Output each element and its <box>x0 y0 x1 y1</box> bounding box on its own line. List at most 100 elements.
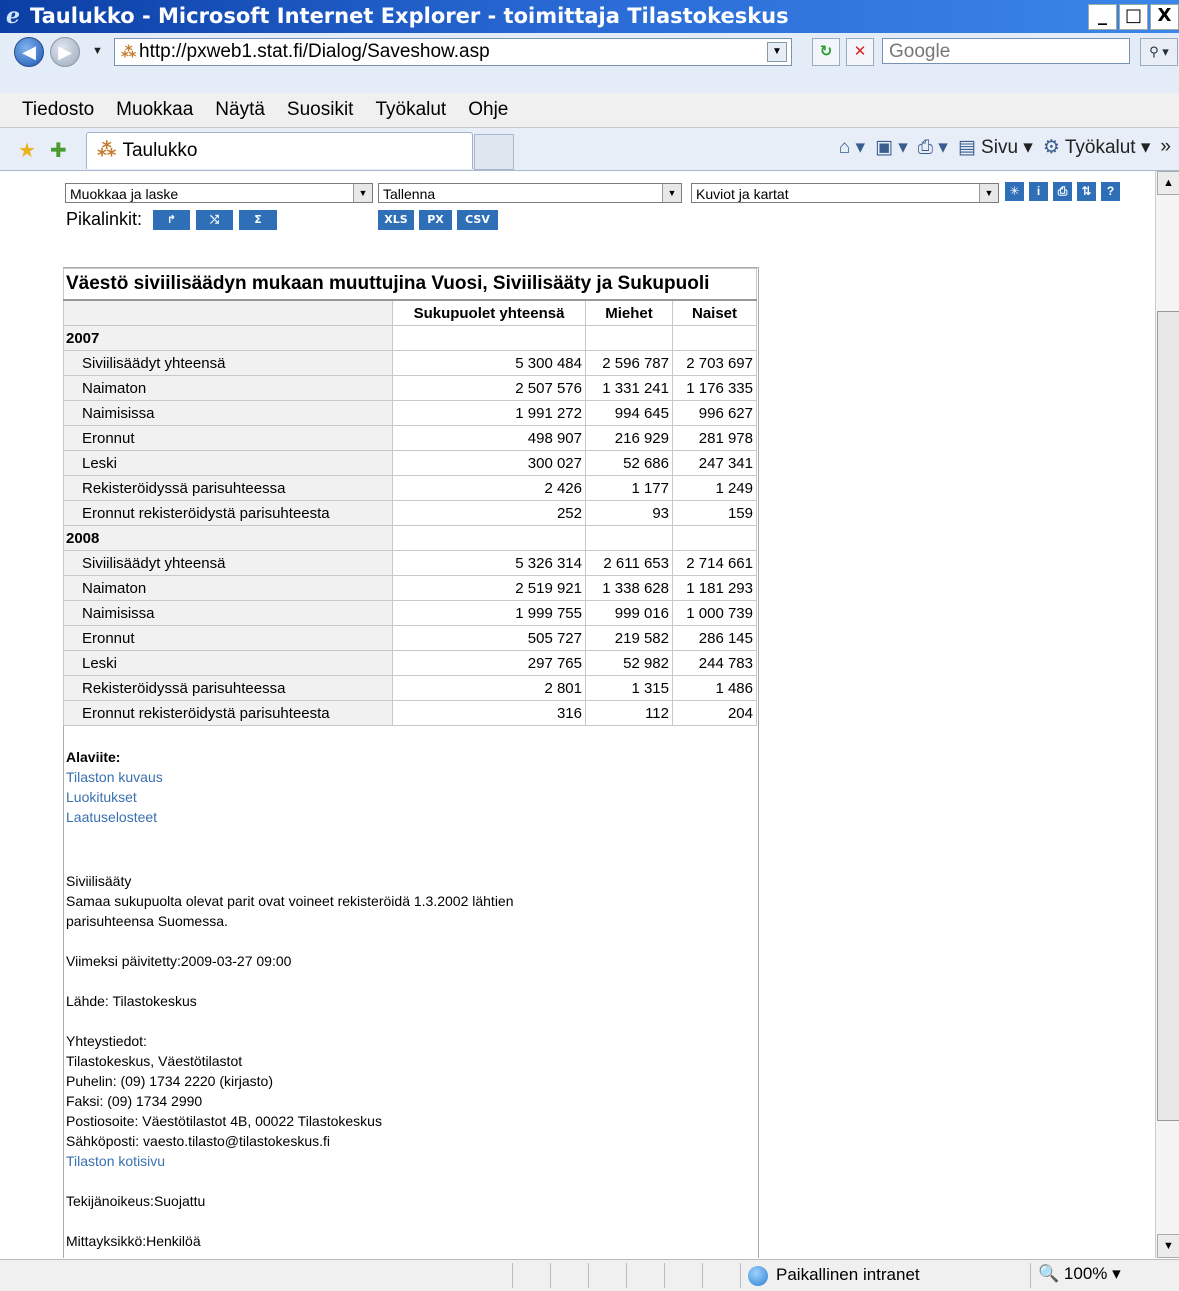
page-menu[interactable]: ▤ Sivu ▾ <box>958 136 1033 159</box>
feeds-icon[interactable]: ▣ ▾ <box>875 136 908 159</box>
window-title: Taulukko - Microsoft Internet Explorer -… <box>30 4 789 28</box>
year-row: 2007 <box>63 325 757 351</box>
link-laatuselosteet[interactable]: Laatuselosteet <box>66 809 157 825</box>
security-zone[interactable]: Paikallinen intranet <box>748 1265 920 1286</box>
sum-icon[interactable]: Σ <box>239 210 277 230</box>
notes-section: Siviilisääty Samaa sukupuolta olevat par… <box>66 871 514 1251</box>
value-cell: 2 596 787 <box>585 350 673 376</box>
search-icon[interactable]: ⚲ ▾ <box>1140 38 1178 66</box>
xls-button[interactable]: XLS <box>378 210 414 230</box>
print-icon[interactable]: ⎙ <box>1053 182 1072 201</box>
edit-select[interactable]: Muokkaa ja laske ▼ <box>65 183 373 203</box>
info-icon[interactable]: i <box>1029 182 1048 201</box>
empty-cell <box>585 325 673 351</box>
menu-tyokalut[interactable]: Työkalut <box>375 99 446 121</box>
value-cell: 505 727 <box>392 625 586 651</box>
csv-button[interactable]: CSV <box>457 210 498 230</box>
year-row: 2008 <box>63 525 757 551</box>
add-favorite-icon[interactable]: ✚ <box>50 138 67 163</box>
row-label: Naimisissa <box>63 600 393 626</box>
empty-cell <box>585 525 673 551</box>
vertical-scrollbar[interactable]: ▲ ▼ <box>1155 171 1179 1258</box>
scrollbar-thumb[interactable] <box>1157 311 1179 1121</box>
gear-icon: ⚙ <box>1042 137 1060 158</box>
empty-cell <box>672 525 757 551</box>
footnote-section: Alaviite: Tilaston kuvaus Luokitukset La… <box>66 747 163 827</box>
search-input[interactable]: Google <box>882 38 1130 64</box>
col-header-total: Sukupuolet yhteensä <box>392 299 586 326</box>
value-cell: 52 686 <box>585 450 673 476</box>
value-cell: 219 582 <box>585 625 673 651</box>
asterisk-icon[interactable]: ✳ <box>1005 182 1024 201</box>
tools-menu[interactable]: ⚙ Työkalut ▾ <box>1043 136 1151 159</box>
value-cell: 281 978 <box>672 425 757 451</box>
value-cell: 2 611 653 <box>585 550 673 576</box>
value-cell: 93 <box>585 500 673 526</box>
minimize-button[interactable]: _ <box>1088 4 1117 30</box>
window-titlebar: e Taulukko - Microsoft Internet Explorer… <box>0 0 1179 33</box>
refresh-button[interactable]: ↻ <box>812 38 840 66</box>
rotate-icon[interactable]: ⤭ <box>196 210 233 230</box>
back-button[interactable]: ◀ <box>14 37 44 67</box>
url-field[interactable]: ⁂ http://pxweb1.stat.fi/Dialog/Saveshow.a… <box>114 38 792 66</box>
charts-select[interactable]: Kuviot ja kartat ▼ <box>691 183 999 203</box>
value-cell: 2 703 697 <box>672 350 757 376</box>
home-icon[interactable]: ⌂ ▾ <box>839 136 865 159</box>
pivot-icon[interactable]: ↱ <box>153 210 190 230</box>
menu-ohje[interactable]: Ohje <box>468 99 508 121</box>
table-header-row: Sukupuolet yhteensä Miehet Naiset <box>63 299 757 326</box>
value-cell: 252 <box>392 500 586 526</box>
value-cell: 5 300 484 <box>392 350 586 376</box>
row-label: Leski <box>63 650 393 676</box>
value-cell: 316 <box>392 700 586 726</box>
table-caption: Väestö siviilisäädyn mukaan muuttujina V… <box>63 268 757 301</box>
menu-tiedosto[interactable]: Tiedosto <box>22 99 94 121</box>
note-title: Siviilisääty <box>66 873 132 889</box>
maximize-button[interactable]: □ <box>1119 4 1148 30</box>
scroll-down-icon[interactable]: ▼ <box>1157 1234 1179 1258</box>
close-button[interactable]: X <box>1150 4 1179 30</box>
value-cell: 2 507 576 <box>392 375 586 401</box>
link-tilaston-kotisivu[interactable]: Tilaston kotisivu <box>66 1153 165 1169</box>
stop-button[interactable]: ✕ <box>846 38 874 66</box>
alaviite-label: Alaviite: <box>66 749 121 765</box>
history-dropdown-icon[interactable]: ▼ <box>92 45 103 57</box>
chevron-more-icon[interactable]: » <box>1160 136 1171 159</box>
menu-muokkaa[interactable]: Muokkaa <box>116 99 193 121</box>
value-cell: 1 315 <box>585 675 673 701</box>
tab-taulukko[interactable]: ⁂ Taulukko <box>86 132 473 169</box>
table-row: Siviilisäädyt yhteensä 5 326 314 2 611 653… <box>63 550 757 576</box>
page-menu-label: Sivu <box>981 137 1019 158</box>
save-select[interactable]: Tallenna ▼ <box>378 183 682 203</box>
menu-suosikit[interactable]: Suosikit <box>287 99 354 121</box>
forward-button[interactable]: ▶ <box>50 37 80 67</box>
globe-icon <box>748 1265 768 1286</box>
print-icon[interactable]: ⎙ ▾ <box>918 136 948 159</box>
menu-nayta[interactable]: Näytä <box>215 99 265 121</box>
px-button[interactable]: PX <box>419 210 452 230</box>
row-label: Leski <box>63 450 393 476</box>
row-label: Eronnut rekisteröidystä parisuhteesta <box>63 700 393 726</box>
row-label: Eronnut <box>63 625 393 651</box>
table-row: Eronnut rekisteröidystä parisuhteesta 316… <box>63 700 757 726</box>
link-tilaston-kuvaus[interactable]: Tilaston kuvaus <box>66 769 163 785</box>
value-cell: 2 519 921 <box>392 575 586 601</box>
url-dropdown-icon[interactable]: ▼ <box>767 42 787 62</box>
zoom-control[interactable]: 🔍 100% ▾ <box>1038 1264 1121 1284</box>
sort-icon[interactable]: ⇅ <box>1077 182 1096 201</box>
scroll-up-icon[interactable]: ▲ <box>1157 171 1179 195</box>
new-tab-button[interactable] <box>474 134 514 170</box>
table-row: Naimisissa 1 999 755 999 016 1 000 739 <box>63 600 757 626</box>
contact-fax: Faksi: (09) 1734 2990 <box>66 1093 203 1109</box>
url-text: http://pxweb1.stat.fi/Dialog/Saveshow.as… <box>139 41 490 62</box>
value-cell: 247 341 <box>672 450 757 476</box>
value-cell: 1 249 <box>672 475 757 501</box>
note-line-1: Samaa sukupuolta olevat parit ovat voine… <box>66 893 514 909</box>
help-icon[interactable]: ? <box>1101 182 1120 201</box>
favorites-star-icon[interactable]: ★ <box>18 138 36 163</box>
zoom-value: 100% <box>1063 1264 1108 1283</box>
ie-logo-icon: e <box>6 3 20 29</box>
link-luokitukset[interactable]: Luokitukset <box>66 789 137 805</box>
empty-cell <box>672 325 757 351</box>
value-cell: 1 331 241 <box>585 375 673 401</box>
